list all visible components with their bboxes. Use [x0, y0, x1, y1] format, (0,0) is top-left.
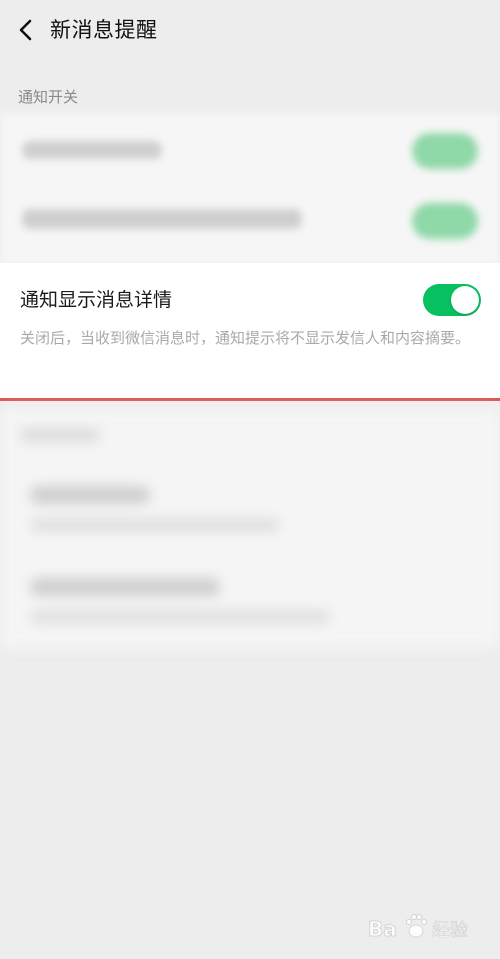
setting-description: 关闭后，当收到微信消息时，通知提示将不显示发信人和内容摘要。	[20, 329, 471, 347]
baidu-jingyan-logo: Ba 经验	[368, 914, 468, 941]
blurred-label	[30, 486, 150, 504]
blurred-desc	[30, 518, 280, 532]
paw-icon	[406, 914, 427, 938]
blurred-label	[22, 141, 162, 159]
baidu-jingyan-watermark: Ba 经验	[364, 907, 484, 947]
section-header-notification-switch: 通知开关	[18, 88, 79, 106]
blurred-settings-card-top	[0, 113, 500, 265]
highlight-underline	[0, 398, 500, 401]
message-details-toggle[interactable]	[423, 284, 481, 316]
blurred-desc	[30, 610, 330, 624]
blurred-toggle	[412, 133, 478, 169]
top-bar: 新消息提醒	[0, 0, 500, 60]
blurred-section-header	[20, 428, 100, 442]
blurred-label	[30, 578, 220, 596]
toggle-knob	[451, 286, 479, 314]
svg-text:Ba: Ba	[368, 917, 397, 941]
svg-text:经验: 经验	[432, 920, 468, 941]
back-button[interactable]	[10, 12, 42, 48]
blurred-toggle	[412, 203, 478, 239]
blurred-label	[22, 209, 302, 229]
chevron-left-icon	[19, 19, 32, 41]
setting-title: 通知显示消息详情	[20, 289, 173, 311]
blurred-settings-card-bottom	[0, 408, 500, 648]
page-title: 新消息提醒	[50, 18, 158, 42]
